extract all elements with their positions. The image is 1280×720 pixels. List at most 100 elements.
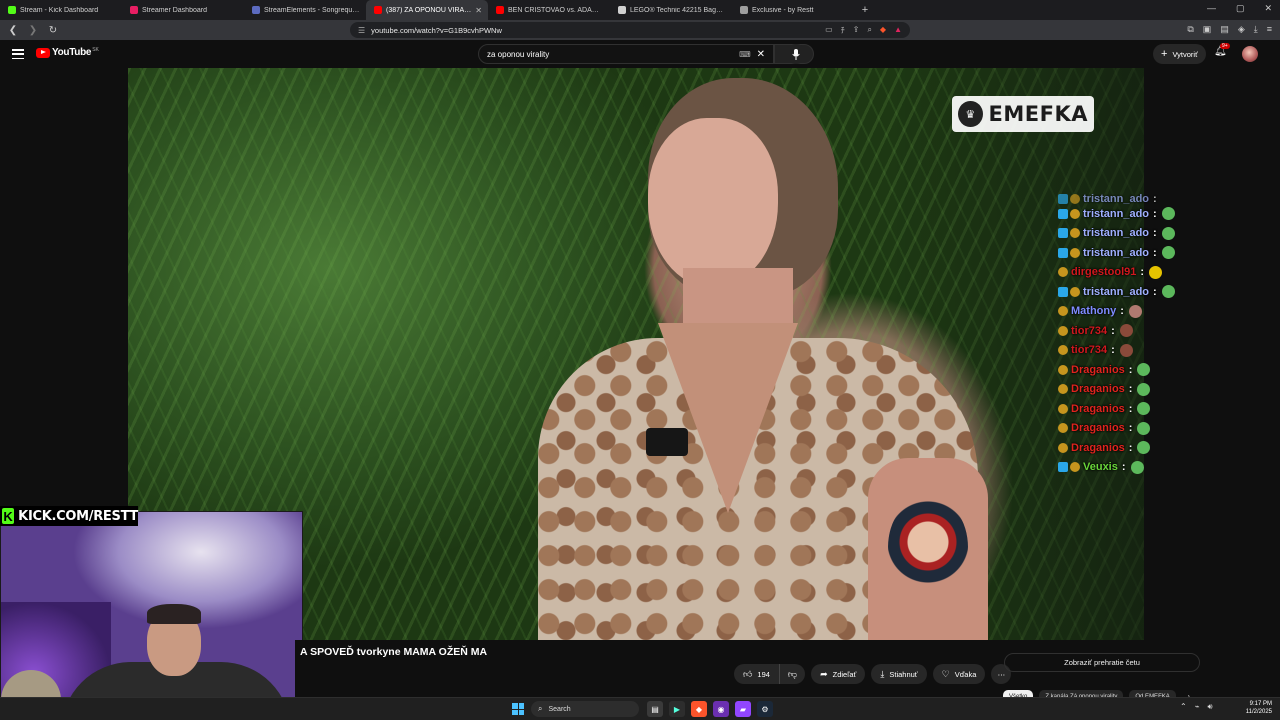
browser-tab[interactable]: StreamElements - Songrequest: [244, 0, 366, 20]
tray-overflow-icon[interactable]: ⌃: [1180, 702, 1187, 712]
show-chat-replay-button[interactable]: Zobraziť prehratie četu: [1004, 653, 1200, 672]
chat-message: tristann_ado:: [1058, 194, 1258, 204]
chat-username: Mathony: [1071, 305, 1117, 318]
chat-separator: :: [1128, 363, 1133, 376]
chat-emote-icon: [1137, 402, 1151, 416]
user-badge-icon: [1058, 384, 1068, 395]
taskbar-search[interactable]: ⌕ Search: [531, 701, 639, 717]
chat-separator: :: [1153, 285, 1157, 298]
maximize-icon[interactable]: ▢: [1236, 3, 1245, 14]
voice-search-button[interactable]: [786, 44, 806, 64]
volume-icon[interactable]: 🔊︎: [1208, 702, 1213, 712]
tab-title: StreamElements - Songrequest: [264, 6, 360, 14]
chat-separator: :: [1111, 324, 1115, 337]
chat-emote-icon: [1161, 226, 1175, 240]
browser-tab[interactable]: Streamer Dashboard: [122, 0, 244, 20]
file-explorer-icon[interactable]: ▤: [647, 701, 663, 717]
chat-username: Veuxis: [1083, 461, 1118, 474]
site-info-icon[interactable]: ☰: [358, 26, 365, 35]
chat-message: Draganios:: [1058, 399, 1258, 419]
brave-rewards-icon[interactable]: ▲: [894, 25, 902, 36]
chat-separator: :: [1128, 422, 1133, 435]
close-window-icon[interactable]: ✕: [1264, 3, 1272, 14]
search-page-icon[interactable]: ⌕: [867, 25, 871, 36]
account-avatar[interactable]: [1242, 46, 1258, 62]
notifications-button[interactable]: 🔔︎ 9+: [1214, 43, 1230, 57]
new-tab-button[interactable]: +: [858, 4, 872, 16]
user-badge-icon: [1070, 208, 1080, 219]
tab-favicon-icon: [618, 6, 626, 14]
clear-search-icon[interactable]: ✕: [757, 49, 765, 60]
download-icon[interactable]: ⤓: [1254, 24, 1258, 35]
network-icon[interactable]: ⌁: [1195, 702, 1200, 712]
chat-message: Draganios:: [1058, 360, 1258, 380]
browser-toolbar: ❮ ❯ ↻ ☰ youtube.com/watch?v=G1B9cvhPWNw …: [0, 20, 1280, 40]
extensions-icon[interactable]: ⧉: [1187, 24, 1193, 35]
url-text: youtube.com/watch?v=G1B9cvhPWNw: [371, 25, 502, 35]
share-button[interactable]: ➦ Zdieľať: [811, 664, 866, 684]
search-input[interactable]: za oponou virality ⌨ ✕: [478, 44, 774, 64]
user-badge-icon: [1058, 345, 1068, 356]
obs-icon[interactable]: ◉: [713, 701, 729, 717]
browser-tab[interactable]: BEN CRISTOVAO vs. ADAM MIŠÍK na: [488, 0, 610, 20]
translate-icon[interactable]: ﾁ: [841, 25, 845, 36]
keyboard-icon[interactable]: ⌨: [739, 50, 751, 59]
address-bar[interactable]: ☰ youtube.com/watch?v=G1B9cvhPWNw ▭ ﾁ ⇪ …: [350, 22, 910, 38]
chat-username: Draganios: [1071, 441, 1125, 454]
start-icon[interactable]: [512, 703, 524, 715]
sidebar-icon[interactable]: ▣: [1203, 24, 1212, 35]
chat-message: tristann_ado:: [1058, 282, 1258, 302]
chat-emote-icon: [1149, 265, 1163, 279]
guide-menu-icon[interactable]: [12, 47, 24, 61]
chat-username: Draganios: [1071, 402, 1125, 415]
chat-username: tristann_ado: [1083, 227, 1150, 240]
tab-title: Exclusive - by Restt: [752, 6, 814, 14]
tab-title: (387) ZA OPONOU VIRALITY (F!!: [386, 6, 471, 14]
brave-shields-icon[interactable]: ◆: [880, 25, 886, 36]
share-icon: ➦: [820, 668, 828, 679]
browser-tab[interactable]: (387) ZA OPONOU VIRALITY (F!! ✕: [366, 0, 488, 20]
twitch-icon[interactable]: ▰: [735, 701, 751, 717]
like-button[interactable]: 👍︎ 194: [734, 664, 780, 684]
streamer-webcam: [0, 511, 303, 720]
chat-message: Draganios:: [1058, 380, 1258, 400]
tab-favicon-icon: [130, 6, 138, 14]
create-button[interactable]: + Vytvoriť: [1153, 44, 1206, 64]
terminal-icon[interactable]: ▶: [669, 701, 685, 717]
chat-emote-icon: [1161, 207, 1175, 221]
taskbar-clock[interactable]: 9:17 PM 11/2/2025: [1236, 700, 1272, 716]
vpn-icon[interactable]: ◈: [1238, 24, 1245, 35]
download-button[interactable]: ⤓ Stiahnuť: [871, 664, 927, 684]
forward-icon[interactable]: ❯: [26, 25, 40, 36]
thanks-button[interactable]: ♡ Vďaka: [932, 664, 986, 684]
minimize-icon[interactable]: —: [1207, 3, 1216, 14]
browser-menu-icon[interactable]: ≡: [1267, 24, 1272, 35]
browser-tab[interactable]: Stream - Kick Dashboard: [0, 0, 122, 20]
youtube-logo[interactable]: YouTube SK: [36, 47, 99, 58]
video-title: A SPOVEĎ tvorkyne MAMA OŽEŇ MA: [300, 646, 488, 658]
close-tab-icon[interactable]: ✕: [475, 6, 482, 15]
windows-taskbar: ⌕ Search ▤ ▶ ◆ ◉ ▰ ⚙ ⌃ ⌁ 🔊︎ 9:17 PM 11/2…: [0, 697, 1280, 720]
chat-emote-icon: [1137, 363, 1151, 377]
browser-tab[interactable]: LEGO® Technic 42215 Bager Volvo E: [610, 0, 732, 20]
chat-message: Veuxis:: [1058, 458, 1258, 478]
chat-separator: :: [1128, 402, 1133, 415]
brave-browser-icon[interactable]: ◆: [691, 701, 707, 717]
chat-username: Draganios: [1071, 383, 1125, 396]
dislike-button[interactable]: 👎︎: [780, 664, 805, 684]
chat-separator: :: [1153, 227, 1157, 240]
share-page-icon[interactable]: ⇪: [853, 25, 860, 36]
cast-icon[interactable]: ▭: [825, 25, 833, 36]
subscriber-badge-icon: [1058, 247, 1068, 258]
wallet-icon[interactable]: ▤: [1220, 24, 1229, 35]
like-dislike-group: 👍︎ 194 👎︎: [734, 664, 806, 684]
youtube-wordmark: YouTube: [52, 47, 92, 58]
steam-icon[interactable]: ⚙: [757, 701, 773, 717]
browser-tab[interactable]: Exclusive - by Restt: [732, 0, 854, 20]
chat-message: Draganios:: [1058, 438, 1258, 458]
tab-favicon-icon: [496, 6, 504, 14]
reload-icon[interactable]: ↻: [46, 25, 60, 36]
chat-emote-icon: [1161, 285, 1175, 299]
back-icon[interactable]: ❮: [6, 25, 20, 36]
chat-emote-icon: [1137, 382, 1151, 396]
